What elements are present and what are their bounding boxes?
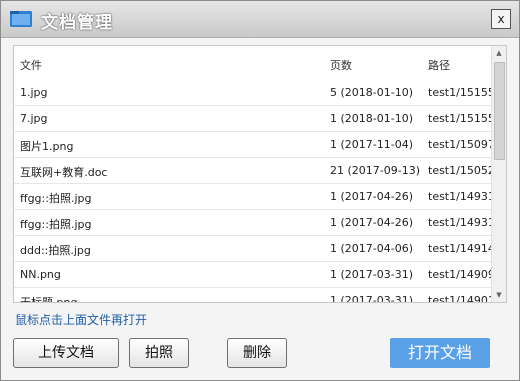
table-row[interactable]: ffgg::拍照.jpg 1 (2017-04-26) test1/14931	[14, 184, 492, 210]
table-row[interactable]: 7.jpg 1 (2018-01-10) test1/15155	[14, 106, 492, 132]
document-manager-window: 文档管理 x 文件 页数 路径 1.jpg 5 (2018-01-10) tes…	[0, 0, 520, 381]
scrollbar-thumb[interactable]	[494, 62, 505, 160]
cell-pages: 1 (2017-11-04)	[330, 138, 414, 151]
cell-pages: 1 (2017-03-31)	[330, 268, 414, 281]
vertical-scrollbar[interactable]: ▲ ▼	[491, 46, 506, 302]
cell-pages: 1 (2017-03-31)	[330, 294, 414, 302]
cell-path: test1/15155	[428, 112, 492, 125]
scroll-up-icon[interactable]: ▲	[492, 46, 506, 60]
delete-button[interactable]: 删除	[227, 338, 287, 368]
table-row[interactable]: ddd::拍照.jpg 1 (2017-04-06) test1/14914	[14, 236, 492, 262]
cell-file: 7.jpg	[20, 112, 48, 125]
cell-pages: 21 (2017-09-13)	[330, 164, 421, 177]
cell-path: test1/15155	[428, 86, 492, 99]
header-pages: 页数	[330, 59, 352, 72]
cell-file: 图片1.png	[20, 140, 74, 153]
table-row[interactable]: 图片1.png 1 (2017-11-04) test1/15097	[14, 132, 492, 158]
close-button[interactable]: x	[491, 9, 511, 29]
cell-file: 无标题.png	[20, 294, 77, 302]
cell-file: 1.jpg	[20, 86, 48, 99]
upload-document-button[interactable]: 上传文档	[13, 338, 119, 368]
table-row[interactable]: ffgg::拍照.jpg 1 (2017-04-26) test1/14931	[14, 210, 492, 236]
file-table: 文件 页数 路径 1.jpg 5 (2018-01-10) test1/1515…	[13, 45, 507, 303]
cell-file: ddd::拍照.jpg	[20, 244, 91, 257]
cell-path: test1/14931	[428, 216, 492, 229]
header-file: 文件	[20, 59, 42, 72]
table-row[interactable]: 1.jpg 5 (2018-01-10) test1/15155	[14, 80, 492, 106]
cell-path: test1/15052	[428, 164, 492, 177]
cell-pages: 5 (2018-01-10)	[330, 86, 414, 99]
table-row[interactable]: NN.png 1 (2017-03-31) test1/14909	[14, 262, 492, 288]
open-document-button[interactable]: 打开文档	[390, 338, 490, 368]
cell-path: test1/15097	[428, 138, 492, 151]
file-table-body: 文件 页数 路径 1.jpg 5 (2018-01-10) test1/1515…	[14, 46, 492, 302]
table-row[interactable]: 无标题.png 1 (2017-03-31) test1/14901	[14, 288, 492, 302]
hint-text: 鼠标点击上面文件再打开	[15, 313, 148, 327]
cell-path: test1/14909	[428, 268, 492, 281]
cell-pages: 1 (2017-04-26)	[330, 190, 414, 203]
cell-path: test1/14901	[428, 294, 492, 302]
header-path: 路径	[428, 59, 450, 72]
table-header: 文件 页数 路径	[14, 46, 492, 80]
cell-path: test1/14914	[428, 242, 492, 255]
title-bar: 文档管理 x	[1, 1, 519, 38]
cell-pages: 1 (2017-04-26)	[330, 216, 414, 229]
cell-pages: 1 (2018-01-10)	[330, 112, 414, 125]
folder-icon	[9, 9, 33, 29]
cell-file: ffgg::拍照.jpg	[20, 218, 92, 231]
take-photo-button[interactable]: 拍照	[129, 338, 189, 368]
scroll-down-icon[interactable]: ▼	[492, 288, 506, 302]
window-title: 文档管理	[41, 13, 113, 33]
cell-pages: 1 (2017-04-06)	[330, 242, 414, 255]
cell-file: NN.png	[20, 268, 61, 281]
cell-path: test1/14931	[428, 190, 492, 203]
cell-file: ffgg::拍照.jpg	[20, 192, 92, 205]
cell-file: 互联网+教育.doc	[20, 166, 108, 179]
table-row[interactable]: 互联网+教育.doc 21 (2017-09-13) test1/15052	[14, 158, 492, 184]
